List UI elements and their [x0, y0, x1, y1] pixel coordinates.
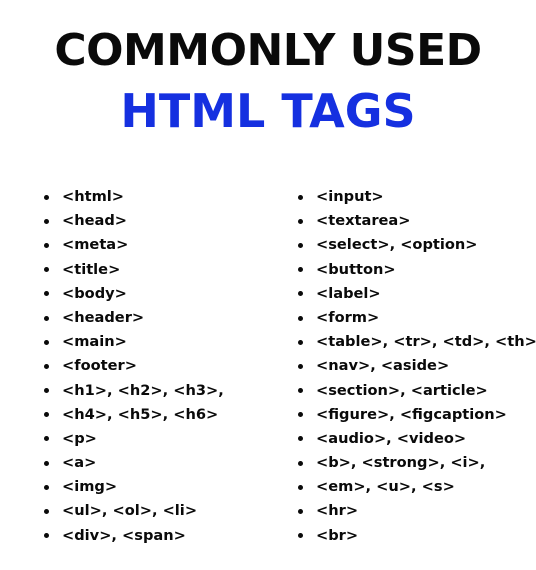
tag-list-item: <br>	[298, 524, 536, 548]
bullet-icon	[44, 194, 49, 200]
tag-list-item: <div>, <span>	[44, 524, 224, 548]
tag-label: <textarea>	[316, 212, 411, 230]
bullet-icon	[44, 242, 49, 248]
bullet-icon	[44, 388, 49, 394]
bullet-icon	[298, 218, 303, 224]
tag-label: <head>	[62, 212, 128, 230]
bullet-icon	[298, 509, 303, 515]
tag-list-item: <button>	[298, 258, 536, 282]
tag-label: <br>	[316, 526, 359, 544]
tag-list-item: <table>, <tr>, <td>, <th>	[298, 330, 536, 354]
tag-list-item: <p>	[44, 427, 224, 451]
tag-list-item: <head>	[44, 209, 224, 233]
tag-label: <label>	[316, 284, 381, 302]
bullet-icon	[298, 533, 303, 539]
bullet-icon	[298, 388, 303, 394]
tag-label: <audio>, <video>	[316, 429, 467, 447]
bullet-icon	[44, 363, 49, 369]
bullet-icon	[298, 460, 303, 466]
tag-list-item: <ul>, <ol>, <li>	[44, 499, 224, 523]
tag-label: <table>, <tr>, <td>, <th>	[316, 333, 536, 351]
tag-label: <h1>, <h2>, <h3>,	[62, 381, 224, 399]
bullet-icon	[44, 218, 49, 224]
bullet-icon	[298, 291, 303, 297]
bullet-icon	[44, 291, 49, 297]
bullet-icon	[298, 436, 303, 442]
tag-list-item: <b>, <strong>, <i>,	[298, 451, 536, 475]
bullet-icon	[44, 533, 49, 539]
tag-list-item: <a>	[44, 451, 224, 475]
tag-label: <body>	[62, 284, 127, 302]
tag-label: <img>	[62, 478, 118, 496]
tag-label: <nav>, <aside>	[316, 357, 450, 375]
right-tag-list: <input> <textarea> <select>, <option> <butt…	[298, 185, 536, 548]
tag-label: <footer>	[62, 357, 137, 375]
left-tag-list: <html> <head> <meta> <title> <body> <header> <…	[44, 185, 224, 548]
tag-list-item: <img>	[44, 475, 224, 499]
bullet-icon	[44, 339, 49, 345]
tag-label: <title>	[62, 260, 121, 278]
tag-label: <main>	[62, 333, 127, 351]
title-line-1: COMMONLY USED	[54, 25, 482, 76]
tag-list-item: <select>, <option>	[298, 233, 536, 257]
tag-list-item: <audio>, <video>	[298, 427, 536, 451]
tag-list-item: <html>	[44, 185, 224, 209]
tag-label: <b>, <strong>, <i>,	[316, 454, 486, 472]
tag-label: <form>	[316, 308, 380, 326]
tag-list-item: <h1>, <h2>, <h3>,	[44, 379, 224, 403]
tag-label: <header>	[62, 308, 145, 326]
tag-list-item: <input>	[298, 185, 536, 209]
tag-label: <em>, <u>, <s>	[316, 478, 455, 496]
bullet-icon	[298, 339, 303, 345]
tag-list-item: <section>, <article>	[298, 379, 536, 403]
tag-list-item: <body>	[44, 282, 224, 306]
tag-list-item: <figure>, <figcaption>	[298, 403, 536, 427]
bullet-icon	[44, 315, 49, 321]
tag-label: <html>	[62, 188, 125, 205]
tag-label: <input>	[316, 188, 384, 205]
tag-list-item: <hr>	[298, 499, 536, 523]
bullet-icon	[44, 267, 49, 273]
tag-list-item: <main>	[44, 330, 224, 354]
bullet-icon	[44, 460, 49, 466]
bullet-icon	[298, 242, 303, 248]
bullet-icon	[44, 412, 49, 418]
tag-label: <ul>, <ol>, <li>	[62, 502, 198, 520]
tag-label: <hr>	[316, 502, 359, 520]
bullet-icon	[298, 363, 303, 369]
title-line-2: HTML TAGS	[120, 84, 416, 138]
tag-list-item: <textarea>	[298, 209, 536, 233]
bullet-icon	[44, 484, 49, 490]
tag-label: <section>, <article>	[316, 381, 488, 399]
bullet-icon	[298, 412, 303, 418]
bullet-icon	[298, 194, 303, 200]
tag-label: <button>	[316, 260, 396, 278]
bullet-icon	[44, 509, 49, 515]
bullet-icon	[44, 436, 49, 442]
tag-list-item: <header>	[44, 306, 224, 330]
tag-label: <p>	[62, 429, 97, 447]
tag-label: <figure>, <figcaption>	[316, 405, 507, 423]
bullet-icon	[298, 315, 303, 321]
tag-label: <h4>, <h5>, <h6>	[62, 405, 219, 423]
tag-list-item: <nav>, <aside>	[298, 354, 536, 378]
tag-label: <a>	[62, 454, 97, 472]
tag-list-item: <form>	[298, 306, 536, 330]
tag-list-item: <footer>	[44, 354, 224, 378]
tag-list-item: <meta>	[44, 233, 224, 257]
tag-list-item: <h4>, <h5>, <h6>	[44, 403, 224, 427]
bullet-icon	[298, 267, 303, 273]
bullet-icon	[298, 484, 303, 490]
tag-label: <select>, <option>	[316, 236, 478, 254]
tag-label: <div>, <span>	[62, 526, 186, 544]
tag-list-item: <title>	[44, 258, 224, 282]
tag-list-item: <label>	[298, 282, 536, 306]
tag-list-item: <em>, <u>, <s>	[298, 475, 536, 499]
tag-label: <meta>	[62, 236, 129, 254]
